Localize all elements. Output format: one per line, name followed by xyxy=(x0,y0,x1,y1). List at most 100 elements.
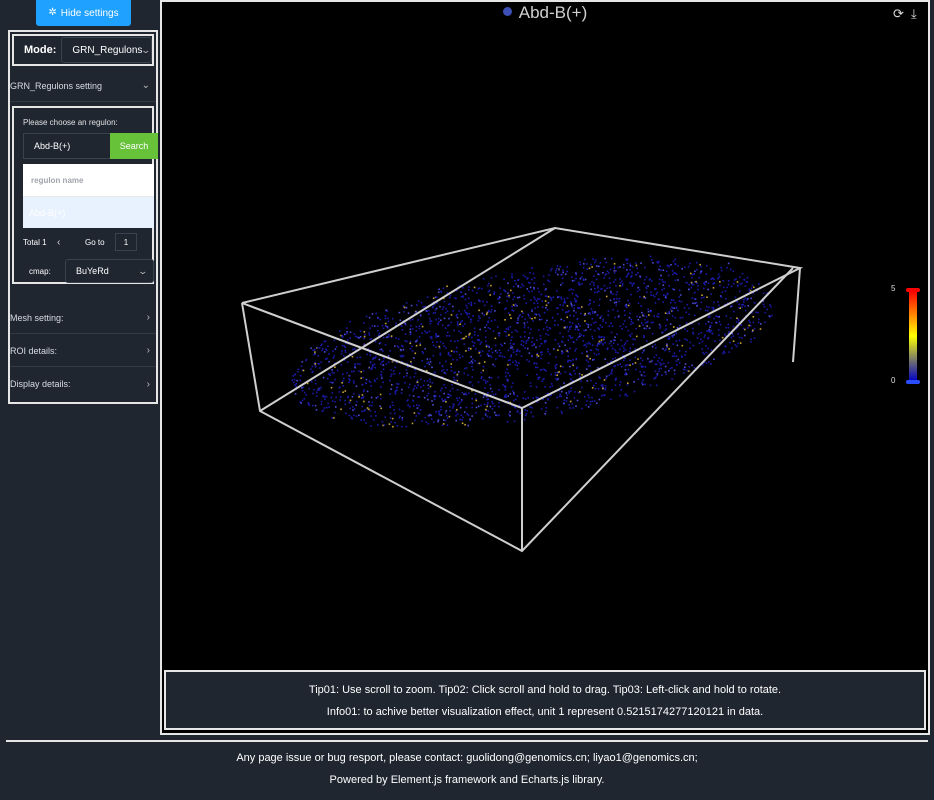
scatter-point xyxy=(456,399,459,402)
scatter-point xyxy=(624,342,627,344)
scatter-point xyxy=(379,349,381,351)
scatter-point xyxy=(455,410,457,413)
scatter-point xyxy=(764,321,766,323)
scatter-point xyxy=(603,379,606,381)
scatter-point xyxy=(577,329,580,331)
scatter-point xyxy=(416,381,419,383)
scatter-point xyxy=(604,257,606,260)
scatter-point xyxy=(694,314,696,317)
scatter-point xyxy=(329,373,331,376)
scatter-point xyxy=(554,374,557,376)
scatter-point xyxy=(640,357,642,359)
scatter-point xyxy=(743,278,745,281)
scatter-point xyxy=(449,390,452,392)
mode-select[interactable]: GRN_Regulons ⌄ xyxy=(61,37,152,63)
scatter-point xyxy=(592,258,594,260)
cmap-select[interactable]: BuYeRd ⌄ xyxy=(65,259,154,283)
scatter-point xyxy=(554,319,556,322)
scatter-point xyxy=(766,308,768,311)
scatter-point xyxy=(341,344,344,347)
colorbar-min-handle[interactable] xyxy=(906,380,920,384)
scatter-point xyxy=(591,266,593,268)
scatter-point xyxy=(444,311,447,314)
scatter-point xyxy=(661,359,663,361)
scatter-point xyxy=(664,365,667,368)
page-number-input[interactable]: 1 xyxy=(115,233,137,251)
scatter-point xyxy=(455,414,457,417)
chart-area[interactable]: Abd-B(+) ⟳ ⤓ 5 0 Tip01: Use scroll to zo… xyxy=(160,0,930,735)
scatter-point xyxy=(353,333,356,335)
scatter-point xyxy=(297,370,299,373)
scatter-point xyxy=(456,373,459,376)
scatter-point xyxy=(429,385,432,388)
scatter-point xyxy=(498,401,500,404)
scatter-point xyxy=(745,281,748,283)
grn-regulons-section-header[interactable]: GRN_Regulons setting ⌄ xyxy=(10,70,156,102)
scatter-point xyxy=(582,266,585,269)
roi-details-section-header[interactable]: ROI details: › xyxy=(10,335,156,367)
scatter-point xyxy=(511,331,513,334)
scatter-point xyxy=(552,296,554,299)
hide-settings-button[interactable]: ✲ Hide settings xyxy=(36,0,131,26)
regulon-list-item[interactable]: Abd-B(+) xyxy=(23,197,154,228)
scatter-point xyxy=(587,326,590,328)
box-right-vertical-edge xyxy=(792,267,801,363)
scatter-point xyxy=(370,385,372,387)
scatter-point xyxy=(613,270,615,272)
scatter-point xyxy=(401,425,403,428)
scatter-point xyxy=(323,351,326,353)
scatter-point xyxy=(726,286,729,289)
scatter-point xyxy=(696,337,699,339)
scatter-point xyxy=(385,309,387,312)
scatter-point xyxy=(627,329,630,332)
scatter-point xyxy=(360,377,362,379)
scatter-point xyxy=(380,397,382,400)
scatter-point xyxy=(353,392,355,395)
scatter-point xyxy=(718,304,720,307)
scatter-point xyxy=(335,345,338,348)
scatter-point xyxy=(668,338,671,340)
scatter-point xyxy=(446,285,448,288)
scatter-point xyxy=(484,387,486,389)
scatter-point xyxy=(637,358,639,360)
scatter-point xyxy=(433,398,436,400)
scatter-point xyxy=(623,347,625,349)
chevron-left-icon[interactable]: ‹ xyxy=(57,237,85,248)
scatter-point xyxy=(494,337,497,340)
scatter-point xyxy=(446,335,448,337)
scatter-point xyxy=(320,361,322,363)
scatter-point xyxy=(491,390,493,393)
scatter-point xyxy=(422,306,425,308)
colorbar-max-handle[interactable] xyxy=(906,288,920,292)
scatter-point xyxy=(594,387,597,390)
scatter-point xyxy=(363,419,365,421)
scatter-point xyxy=(387,317,389,320)
search-button[interactable]: Search xyxy=(110,133,158,159)
scatter-point xyxy=(434,311,436,314)
scatter-point xyxy=(444,327,447,329)
scatter-point xyxy=(372,357,375,359)
scatter-point xyxy=(658,268,660,271)
scatter-point xyxy=(415,344,418,347)
mesh-setting-section-header[interactable]: Mesh setting: › xyxy=(10,302,156,334)
scatter-point xyxy=(520,340,523,342)
colorbar[interactable] xyxy=(906,288,920,384)
scatter-point xyxy=(568,403,570,406)
3d-scatter-plot[interactable] xyxy=(162,2,928,668)
regulon-search-input[interactable]: Abd-B(+) xyxy=(23,133,112,159)
scatter-point xyxy=(643,295,645,298)
scatter-point xyxy=(518,362,520,364)
scatter-point xyxy=(425,310,428,312)
scatter-point xyxy=(692,283,695,286)
scatter-point xyxy=(524,398,527,400)
scatter-point xyxy=(380,386,382,388)
scatter-point xyxy=(606,348,609,350)
scatter-point xyxy=(486,301,488,303)
scatter-point xyxy=(490,308,493,311)
scatter-point xyxy=(741,272,744,275)
display-details-section-header[interactable]: Display details: › xyxy=(10,368,156,400)
scatter-point xyxy=(365,382,367,384)
scatter-point xyxy=(540,351,542,354)
scatter-point xyxy=(596,291,598,293)
scatter-point xyxy=(492,393,495,396)
